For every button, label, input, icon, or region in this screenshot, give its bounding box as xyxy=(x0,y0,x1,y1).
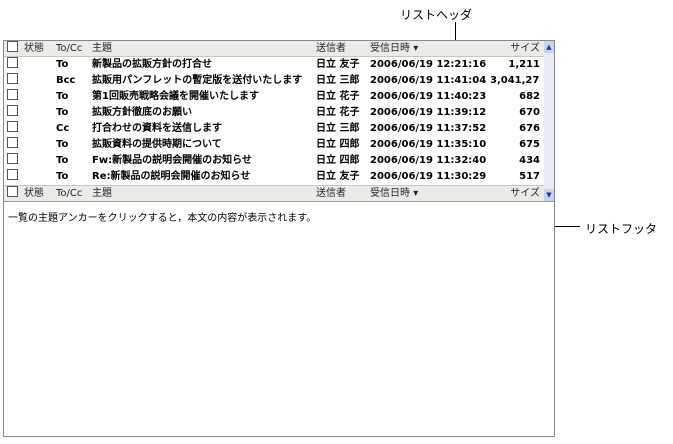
row-size: 676 xyxy=(519,123,540,134)
row-sender: 日立 花子 xyxy=(316,107,360,118)
row-size: 675 xyxy=(519,139,540,150)
scroll-down-button[interactable]: ▼ xyxy=(544,189,554,201)
row-checkbox[interactable] xyxy=(7,89,19,104)
row-sender: 日立 三郎 xyxy=(316,75,360,86)
row-sender: 日立 友子 xyxy=(316,59,360,70)
row-tocc: To xyxy=(56,59,69,70)
column-tocc[interactable]: To/Cc xyxy=(56,41,90,56)
list-header-callout: リストヘッダ xyxy=(400,8,473,22)
row-size: 434 xyxy=(519,155,540,166)
table-row[interactable]: To Fw:新製品の説明会開催のお知らせ 日立 四郎 2006/06/19 11:32… xyxy=(4,153,544,168)
table-row[interactable]: To 拡販資料の提供時期について 日立 四郎 2006/06/19 11:35:10 6… xyxy=(4,137,544,152)
row-subject-link[interactable]: 拡販方針徹底のお願い xyxy=(92,105,312,120)
row-sender: 日立 友子 xyxy=(316,171,360,182)
row-date: 2006/06/19 11:30:29 xyxy=(370,171,486,182)
select-all-checkbox-footer[interactable] xyxy=(7,186,19,201)
row-sender: 日立 三郎 xyxy=(316,123,360,134)
list-footer: 状態 To/Cc 主題 送信者 受信日時 ▾ サイズ xyxy=(4,185,544,201)
sort-descending-icon: ▾ xyxy=(413,43,419,54)
row-subject-link[interactable]: 新製品の拡販方針の打合せ xyxy=(92,57,312,72)
row-subject-link[interactable]: 拡販用パンフレットの暫定版を送付いたします xyxy=(92,73,312,88)
row-subject-link[interactable]: 拡販資料の提供時期について xyxy=(92,137,312,152)
row-checkbox[interactable] xyxy=(7,105,19,120)
row-tocc: Cc xyxy=(56,123,70,134)
row-sender: 日立 四郎 xyxy=(316,155,360,166)
preview-message: 一覧の主題アンカーをクリックすると，本文の内容が表示されます。 xyxy=(8,213,317,224)
sort-descending-icon: ▾ xyxy=(413,188,419,199)
footer-column-tocc[interactable]: To/Cc xyxy=(56,186,90,201)
table-row[interactable]: To 新製品の拡販方針の打合せ 日立 友子 2006/06/19 12:21:16 1,… xyxy=(4,57,544,72)
table-row[interactable]: Cc 打合わせの資料を送信します 日立 三郎 2006/06/19 11:37:52 6… xyxy=(4,121,544,136)
row-checkbox[interactable] xyxy=(7,169,19,184)
table-row[interactable]: Bcc 拡販用パンフレットの暫定版を送付いたします 日立 三郎 2006/06/19 … xyxy=(4,73,544,88)
footer-column-sender[interactable]: 送信者 xyxy=(316,186,366,201)
row-date: 2006/06/19 11:39:12 xyxy=(370,107,486,118)
row-checkbox[interactable] xyxy=(7,121,19,136)
row-subject-link[interactable]: 第1回販売戦略会議を開催いたします xyxy=(92,89,312,104)
row-tocc: To xyxy=(56,155,69,166)
column-status[interactable]: 状態 xyxy=(24,41,52,56)
footer-column-date[interactable]: 受信日時 ▾ xyxy=(370,186,486,201)
mail-window: 状態 To/Cc 主題 送信者 受信日時 ▾ サイズ To 新製品の拡販方針の打合… xyxy=(3,40,555,437)
row-date: 2006/06/19 11:41:04 xyxy=(370,75,486,86)
row-date: 2006/06/19 11:32:40 xyxy=(370,155,486,166)
footer-column-status[interactable]: 状態 xyxy=(24,186,52,201)
row-date: 2006/06/19 11:37:52 xyxy=(370,123,486,134)
row-size: 670 xyxy=(519,107,540,118)
list-footer-callout: リストフッタ xyxy=(585,222,658,236)
row-date: 2006/06/19 11:35:10 xyxy=(370,139,486,150)
select-all-checkbox[interactable] xyxy=(7,41,19,56)
footer-column-size[interactable]: サイズ xyxy=(490,186,540,201)
row-tocc: To xyxy=(56,139,69,150)
row-date: 2006/06/19 11:40:23 xyxy=(370,91,486,102)
scroll-up-button[interactable]: ▲ xyxy=(544,41,554,53)
row-tocc: To xyxy=(56,107,69,118)
row-subject-link[interactable]: 打合わせの資料を送信します xyxy=(92,121,312,136)
table-row[interactable]: To 拡販方針徹底のお願い 日立 花子 2006/06/19 11:39:12 670 xyxy=(4,105,544,120)
row-date: 2006/06/19 12:21:16 xyxy=(370,59,486,70)
row-subject-link[interactable]: Fw:新製品の説明会開催のお知らせ xyxy=(92,153,312,168)
row-size: 1,211 xyxy=(508,59,540,70)
list-scrollbar[interactable]: ▲ ▼ xyxy=(544,41,554,201)
row-tocc: To xyxy=(56,91,69,102)
column-size[interactable]: サイズ xyxy=(490,41,540,56)
row-size: 682 xyxy=(519,91,540,102)
row-checkbox[interactable] xyxy=(7,57,19,72)
column-subject[interactable]: 主題 xyxy=(92,41,312,56)
row-checkbox[interactable] xyxy=(7,73,19,88)
column-date[interactable]: 受信日時 ▾ xyxy=(370,41,486,56)
table-row[interactable]: To 第1回販売戦略会議を開催いたします 日立 花子 2006/06/19 11:40… xyxy=(4,89,544,104)
row-checkbox[interactable] xyxy=(7,153,19,168)
row-tocc: Bcc xyxy=(56,75,76,86)
column-sender[interactable]: 送信者 xyxy=(316,41,366,56)
row-subject-link[interactable]: Re:新製品の説明会開催のお知らせ xyxy=(92,169,312,184)
list-header: 状態 To/Cc 主題 送信者 受信日時 ▾ サイズ xyxy=(4,41,544,57)
row-size: 3,041,277 xyxy=(490,75,540,86)
row-sender: 日立 四郎 xyxy=(316,139,360,150)
row-checkbox[interactable] xyxy=(7,137,19,152)
mail-list: 状態 To/Cc 主題 送信者 受信日時 ▾ サイズ To 新製品の拡販方針の打合… xyxy=(4,41,554,202)
footer-column-subject[interactable]: 主題 xyxy=(92,186,312,201)
row-size: 517 xyxy=(519,171,540,182)
row-sender: 日立 花子 xyxy=(316,91,360,102)
table-row[interactable]: To Re:新製品の説明会開催のお知らせ 日立 友子 2006/06/19 11:30… xyxy=(4,169,544,184)
row-tocc: To xyxy=(56,171,69,182)
